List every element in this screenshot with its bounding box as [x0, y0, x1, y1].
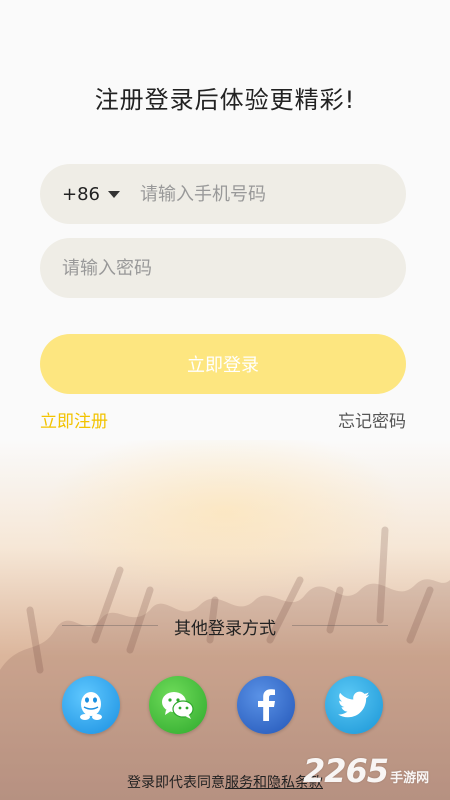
page-title: 注册登录后体验更精彩!	[94, 86, 356, 114]
twitter-icon	[338, 691, 370, 718]
country-code-label: +86	[62, 183, 100, 205]
facebook-icon	[258, 689, 275, 721]
login-button[interactable]: 立即登录	[40, 334, 406, 394]
chevron-down-icon	[108, 190, 120, 198]
phone-field[interactable]: +86	[40, 164, 406, 224]
facebook-login-button[interactable]	[237, 676, 295, 734]
register-link[interactable]: 立即注册	[40, 407, 108, 432]
qq-login-button[interactable]	[62, 676, 120, 734]
watermark-suffix: 手游网	[390, 771, 430, 786]
wechat-icon	[162, 692, 194, 719]
forgot-password-link[interactable]: 忘记密码	[338, 407, 406, 432]
phone-input[interactable]	[140, 183, 380, 205]
watermark-number: 2265	[303, 752, 389, 790]
other-login-title: 其他登录方式	[174, 619, 276, 639]
password-field[interactable]	[40, 238, 406, 298]
wechat-login-button[interactable]	[149, 676, 207, 734]
qq-icon	[80, 692, 102, 720]
country-code-select[interactable]: +86	[62, 184, 140, 205]
divider-right	[292, 625, 388, 626]
watermark-logo: 2265 手游网	[303, 752, 429, 790]
password-input[interactable]	[62, 257, 302, 279]
agreement-prefix: 登录即代表同意	[127, 775, 225, 791]
twitter-login-button[interactable]	[325, 676, 383, 734]
